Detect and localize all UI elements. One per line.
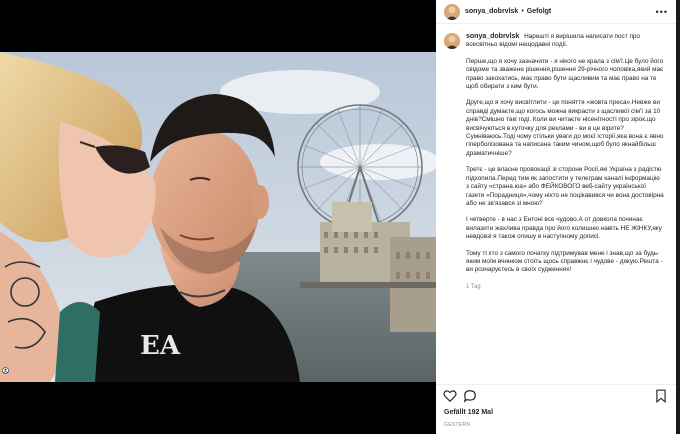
caption-row: sonya_dobrvlsk Нарешті я вирішила написа… xyxy=(444,33,668,291)
caption-intro: sonya_dobrvlsk Нарешті я вирішила написа… xyxy=(466,33,664,50)
tag-count-label[interactable]: 1 Tag xyxy=(466,283,664,291)
separator-dot: • xyxy=(521,8,524,15)
avatar-image xyxy=(444,33,460,49)
couple-london-eye-photo: EA xyxy=(0,52,436,382)
photo-tag-icon[interactable] xyxy=(2,367,9,374)
follow-status-button[interactable]: Gefolgt xyxy=(527,8,552,15)
author-username[interactable]: sonya_dobrvlsk xyxy=(465,8,518,15)
post-modal-backdrop: EA sonya_dobrvlsk • Gefolgt ••• sonya_do… xyxy=(0,0,680,434)
caption-username[interactable]: sonya_dobrvlsk xyxy=(466,33,519,40)
caption-paragraph-5: Тому ті хто з самого початку підтримував… xyxy=(466,249,663,274)
avatar-image xyxy=(444,3,460,20)
likes-count[interactable]: Gefällt 192 Mal xyxy=(444,409,493,416)
post-date[interactable]: GESTERN xyxy=(444,422,470,428)
comment-icon[interactable] xyxy=(463,389,477,403)
caption-paragraph-4: І четверте - в нас з Ентоні все чудово.А… xyxy=(466,216,662,241)
avatar[interactable] xyxy=(444,3,460,20)
caption-section: sonya_dobrvlsk Нарешті я вирішила написа… xyxy=(436,25,676,385)
caption-text: sonya_dobrvlsk Нарешті я вирішила написа… xyxy=(466,33,664,291)
caption-paragraph-1: Перше,що я хочу зазначити - я нікого не … xyxy=(466,57,664,91)
action-bar xyxy=(436,384,676,406)
page-scrollbar[interactable] xyxy=(676,0,680,434)
more-horizontal-icon[interactable]: ••• xyxy=(656,7,668,17)
caption-avatar[interactable] xyxy=(444,33,460,49)
svg-text:EA: EA xyxy=(140,331,181,361)
post-photo[interactable]: EA xyxy=(0,52,436,382)
caption-paragraph-2: Друге,що я хочу висвітлити - це поняття … xyxy=(466,99,664,157)
caption-paragraph-3: Третє - це власне провокації зі сторони … xyxy=(466,166,664,207)
post-details-panel: sonya_dobrvlsk • Gefolgt ••• sonya_dobrv xyxy=(436,0,676,434)
heart-icon[interactable] xyxy=(443,389,457,403)
post-header: sonya_dobrvlsk • Gefolgt ••• xyxy=(436,0,676,24)
bookmark-icon[interactable] xyxy=(654,389,668,403)
